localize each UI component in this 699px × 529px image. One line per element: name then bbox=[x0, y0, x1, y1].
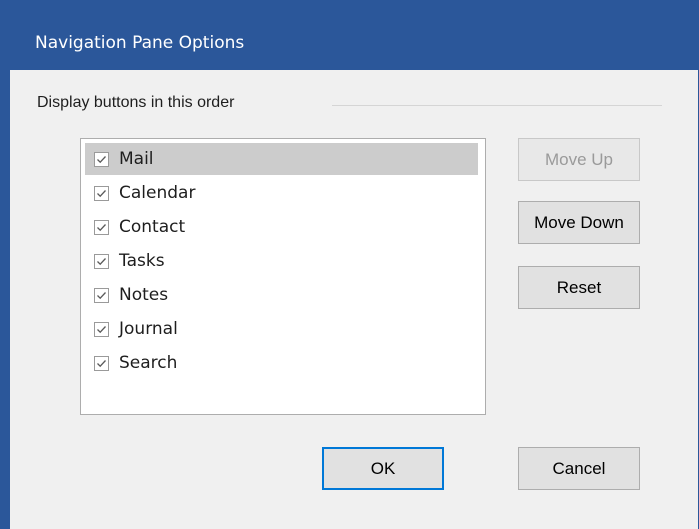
calendar-checkbox[interactable] bbox=[94, 186, 109, 201]
list-item-label: Contact bbox=[119, 217, 186, 237]
list-item-label: Search bbox=[119, 353, 178, 373]
list-item-search[interactable]: Search bbox=[85, 347, 478, 379]
mail-checkbox[interactable] bbox=[94, 152, 109, 167]
notes-checkbox[interactable] bbox=[94, 288, 109, 303]
group-label: Display buttons in this order bbox=[37, 94, 235, 111]
list-item-contact[interactable]: Contact bbox=[85, 211, 478, 243]
list-item-label: Notes bbox=[119, 285, 169, 305]
group-divider bbox=[332, 105, 662, 106]
checkmark-icon bbox=[97, 292, 106, 300]
tasks-checkbox[interactable] bbox=[94, 254, 109, 269]
cancel-button[interactable]: Cancel bbox=[518, 447, 640, 490]
dialog-body: Display buttons in this order Mail Calen… bbox=[10, 70, 698, 529]
list-item-label: Journal bbox=[119, 319, 178, 339]
reset-button[interactable]: Reset bbox=[518, 266, 640, 309]
checkmark-icon bbox=[97, 258, 106, 266]
checkmark-icon bbox=[97, 326, 106, 334]
list-item-tasks[interactable]: Tasks bbox=[85, 245, 478, 277]
checkmark-icon bbox=[97, 224, 106, 232]
checkmark-icon bbox=[97, 360, 106, 368]
list-item-label: Mail bbox=[119, 149, 154, 169]
list-item-label: Calendar bbox=[119, 183, 196, 203]
journal-checkbox[interactable] bbox=[94, 322, 109, 337]
list-item-notes[interactable]: Notes bbox=[85, 279, 478, 311]
list-item-label: Tasks bbox=[119, 251, 165, 271]
search-checkbox[interactable] bbox=[94, 356, 109, 371]
checkmark-icon bbox=[97, 190, 106, 198]
contact-checkbox[interactable] bbox=[94, 220, 109, 235]
ok-button[interactable]: OK bbox=[322, 447, 444, 490]
list-item-journal[interactable]: Journal bbox=[85, 313, 478, 345]
title-bar[interactable]: Navigation Pane Options bbox=[0, 0, 699, 70]
move-up-button[interactable]: Move Up bbox=[518, 138, 640, 181]
dialog-title: Navigation Pane Options bbox=[35, 33, 245, 53]
button-order-listbox[interactable]: Mail Calendar Contact Tasks Notes Journa… bbox=[80, 138, 486, 415]
navigation-pane-options-dialog: Navigation Pane Options Display buttons … bbox=[0, 0, 699, 529]
move-down-button[interactable]: Move Down bbox=[518, 201, 640, 244]
list-item-mail[interactable]: Mail bbox=[85, 143, 478, 175]
checkmark-icon bbox=[97, 156, 106, 164]
list-item-calendar[interactable]: Calendar bbox=[85, 177, 478, 209]
